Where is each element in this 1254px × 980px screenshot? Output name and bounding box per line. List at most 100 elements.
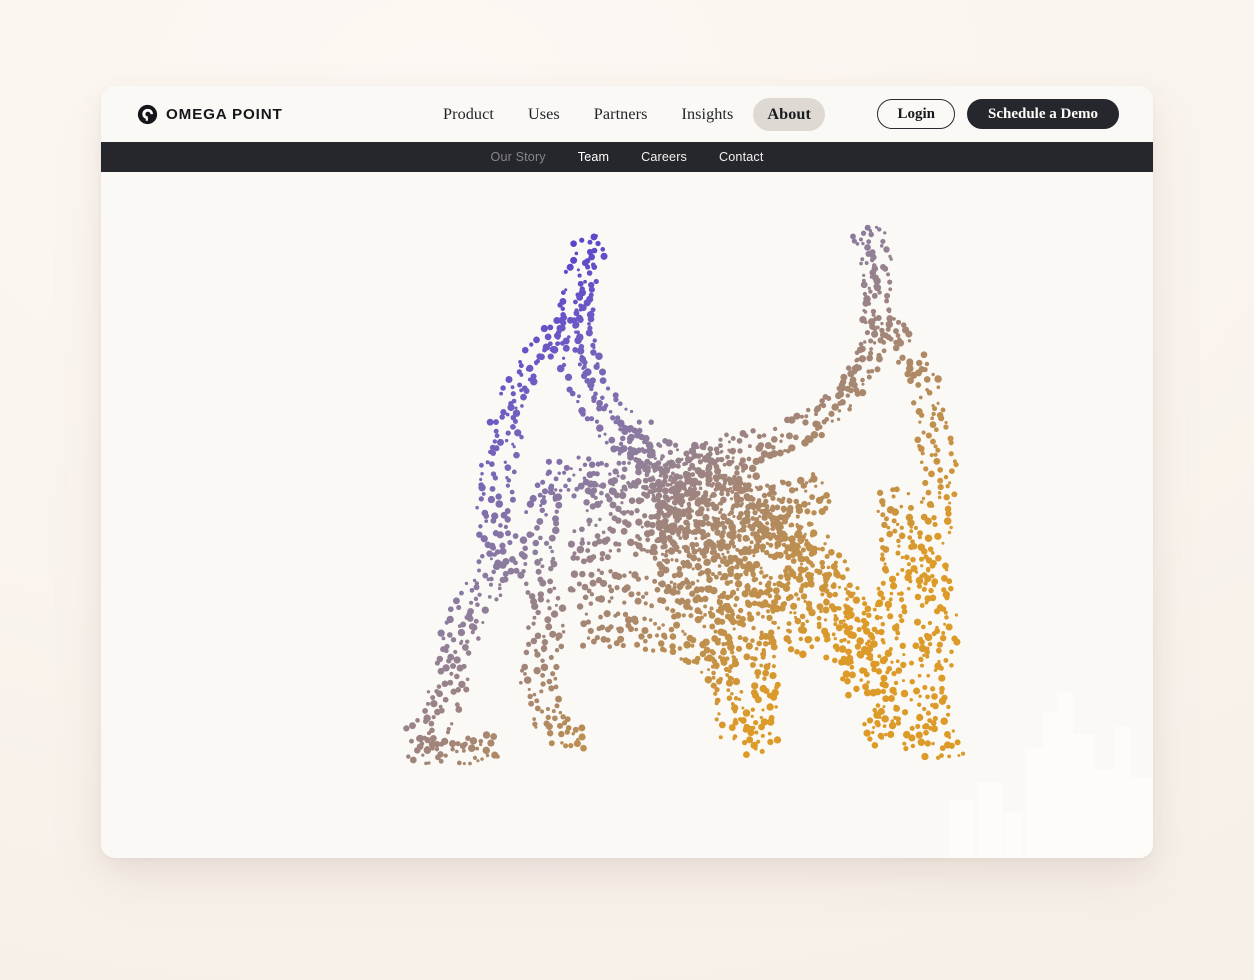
art-dot [554,332,562,340]
art-dot [862,683,869,691]
subnav-item-careers[interactable]: Careers [641,150,687,164]
art-dot [547,587,553,594]
art-dot [489,485,496,492]
art-dot [755,537,762,544]
art-dot [892,624,900,632]
art-dot [785,448,791,454]
art-dot [882,724,887,729]
subnav-item-team[interactable]: Team [578,150,609,164]
art-dot [553,476,559,482]
art-dot [632,551,639,558]
art-dot [441,680,449,688]
art-dot [493,419,499,425]
art-dot [494,597,499,602]
art-dot [434,660,440,666]
art-dot [792,547,801,555]
art-dot [722,477,728,484]
nav-item-product[interactable]: Product [429,98,508,131]
nav-item-insights[interactable]: Insights [667,98,747,131]
nav-item-about[interactable]: About [753,97,825,131]
art-dot [620,527,628,535]
art-dot [650,648,656,653]
art-dot [801,439,809,447]
art-dot [597,434,602,438]
art-dot [868,338,874,344]
art-dot [730,691,734,696]
art-dot [463,686,470,693]
schedule-demo-button[interactable]: Schedule a Demo [967,99,1119,129]
art-dot [683,461,689,466]
art-dot [652,555,657,560]
art-dot [770,643,778,651]
art-dot [866,354,873,362]
art-dot [887,613,894,620]
art-dot [723,560,730,568]
art-dot [880,238,886,245]
art-dot [734,564,740,570]
art-dot [532,539,540,547]
art-dot [409,756,417,764]
art-dot [585,548,591,554]
art-dot [943,622,947,626]
art-dot [866,239,872,245]
art-dot [464,639,470,644]
art-dot [753,546,760,552]
art-dot [907,339,912,343]
art-dot [510,424,516,430]
art-dot [822,573,831,582]
art-dot [540,663,549,672]
art-dot [719,618,726,625]
brand-logo[interactable]: OMEGA POINT [137,104,283,125]
art-dot [832,591,839,598]
art-dot [681,613,686,618]
art-dot [936,385,941,390]
art-dot [487,595,492,599]
art-dot [482,731,491,739]
nav-item-uses[interactable]: Uses [514,98,574,131]
art-dot [753,516,760,523]
art-dot [732,483,740,492]
art-dot [607,644,613,650]
art-dot [917,738,926,746]
art-dot [680,457,684,462]
art-dot [704,585,711,593]
art-dot [554,488,558,492]
art-dot [560,741,564,745]
subnav-item-contact[interactable]: Contact [719,150,763,164]
art-dot [714,639,721,646]
art-dot [782,584,791,592]
login-button[interactable]: Login [877,99,955,129]
art-dot [434,708,441,716]
art-dot [586,541,591,546]
art-dot [624,521,632,528]
art-dot [874,719,881,726]
art-dot [683,450,690,457]
art-dot [643,484,649,491]
art-dot [620,501,624,505]
art-dot [496,438,505,446]
art-dot [702,514,710,522]
art-dot [615,517,622,524]
art-dot [478,483,486,492]
art-dot [668,496,672,501]
art-dot [546,678,553,685]
art-dot [520,393,527,401]
art-dot [888,597,893,602]
art-dot [534,524,540,531]
art-dot [587,315,595,323]
art-dot [605,386,611,391]
art-dot [804,566,809,571]
art-dot [717,712,721,716]
art-dot [579,354,584,359]
art-dot [701,547,709,555]
art-dot [613,492,621,499]
art-dot [874,614,881,621]
subnav-item-our-story[interactable]: Our Story [491,150,546,164]
art-dot [751,682,759,690]
nav-item-partners[interactable]: Partners [580,98,662,131]
art-dot [477,568,481,573]
art-dot [876,586,881,591]
art-dot [586,456,592,462]
art-dot [867,286,871,290]
art-dot [947,530,952,535]
